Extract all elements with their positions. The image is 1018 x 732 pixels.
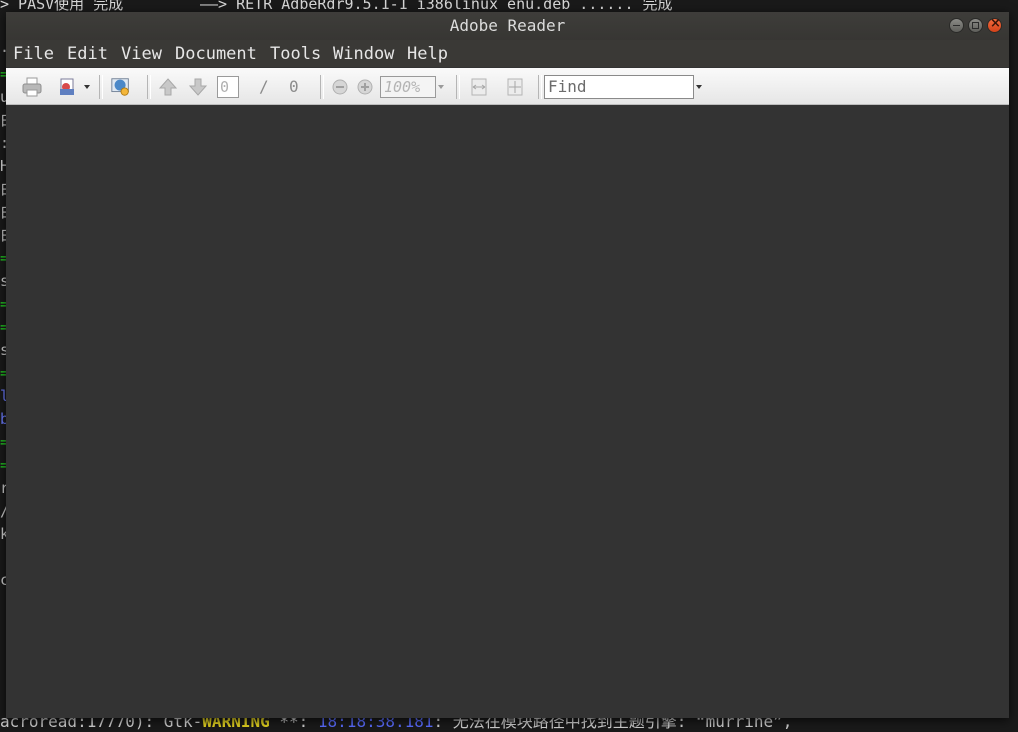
menu-file[interactable]: File (13, 44, 54, 64)
prev-page-icon[interactable] (157, 76, 179, 98)
menu-help[interactable]: Help (407, 44, 448, 64)
zoom-level-input[interactable]: 100% (380, 76, 436, 98)
email-dropdown-arrow[interactable] (84, 85, 90, 89)
menu-window[interactable]: Window (333, 44, 394, 64)
page-total: 0 (289, 77, 299, 96)
menu-edit[interactable]: Edit (67, 44, 108, 64)
menu-bar: File Edit View Document Tools Window Hel… (6, 40, 1009, 67)
title-bar[interactable]: Adobe Reader (6, 12, 1009, 40)
toolbar-separator (147, 75, 151, 99)
window-title: Adobe Reader (449, 16, 566, 35)
menu-document[interactable]: Document (175, 44, 257, 64)
zoom-out-icon[interactable] (329, 76, 351, 98)
find-dropdown-arrow[interactable] (696, 85, 702, 89)
close-button[interactable] (987, 16, 1002, 33)
terminal-top-left-text: > PASV使用 完成 (0, 0, 124, 13)
toolbar-separator (538, 75, 542, 99)
print-icon[interactable] (21, 76, 43, 98)
menu-tools[interactable]: Tools (270, 44, 321, 64)
toolbar-separator (99, 75, 103, 99)
maximize-button[interactable] (968, 18, 983, 33)
fit-page-icon[interactable] (504, 76, 526, 98)
toolbar: 0 / 0 100% Find (6, 68, 1009, 105)
find-input[interactable]: Find (544, 75, 694, 99)
email-icon[interactable] (57, 76, 79, 98)
next-page-icon[interactable] (187, 76, 209, 98)
zoom-dropdown-arrow[interactable] (438, 85, 444, 89)
terminal-top-right-text: ——> RETR AdbeRdr9.5.1-1_i386linux_enu.de… (200, 0, 673, 13)
page-separator: / (259, 77, 269, 96)
collaborate-icon[interactable] (110, 76, 132, 98)
menu-view[interactable]: View (121, 44, 162, 64)
zoom-in-icon[interactable] (354, 76, 376, 98)
adobe-reader-window: Adobe Reader File Edit View Document Too… (6, 12, 1009, 718)
toolbar-separator (456, 75, 460, 99)
minimize-button[interactable] (949, 18, 964, 33)
page-number-input[interactable]: 0 (217, 76, 239, 98)
toolbar-separator (320, 75, 324, 99)
document-area[interactable] (6, 105, 1009, 718)
fit-width-icon[interactable] (468, 76, 490, 98)
